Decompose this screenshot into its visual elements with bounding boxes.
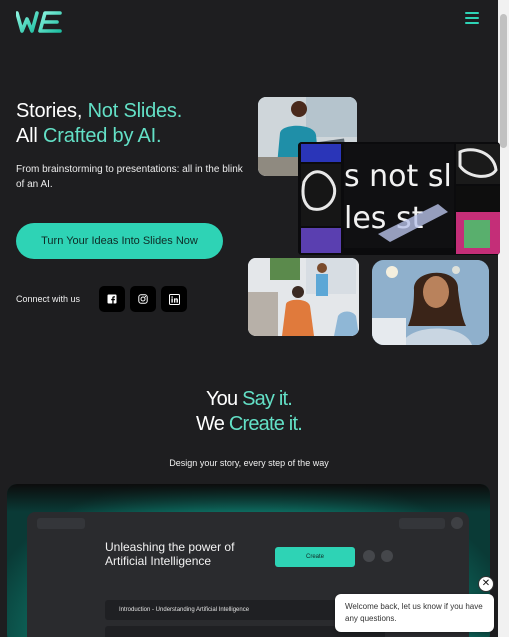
- facebook-link[interactable]: [99, 286, 125, 312]
- demo-tab: [37, 518, 85, 529]
- hero-image-team-meeting: [248, 258, 359, 336]
- demo-create-button[interactable]: Create: [275, 547, 355, 567]
- hamburger-menu-button[interactable]: [465, 12, 479, 24]
- hero-subtitle: From brainstorming to presentations: all…: [16, 164, 243, 190]
- scrollbar-thumb[interactable]: [500, 14, 507, 148]
- cta-button[interactable]: Turn Your Ideas Into Slides Now: [16, 223, 223, 259]
- demo-title: Unleashing the power of Artificial Intel…: [105, 540, 235, 568]
- we-logo[interactable]: [16, 10, 64, 34]
- chat-close-button[interactable]: ✕: [478, 576, 494, 592]
- section-subtitle: Design your story, every step of the way: [169, 458, 329, 468]
- demo-option-circle: [363, 550, 375, 562]
- hamburger-icon: [465, 12, 479, 14]
- svg-text:s not sl: s not sl: [344, 159, 452, 194]
- instagram-icon: [138, 294, 148, 304]
- hero-image-smiling-woman: [372, 260, 489, 345]
- connect-label: Connect with us: [16, 294, 81, 304]
- section-title-line2: We Create it.: [196, 413, 303, 435]
- linkedin-link[interactable]: [161, 286, 187, 312]
- facebook-icon: [107, 294, 117, 304]
- demo-option-circle: [381, 550, 393, 562]
- linkedin-icon: [168, 293, 180, 305]
- demo-tab: [399, 518, 445, 529]
- hero-title: Stories, Not Slides. All Crafted by AI.: [16, 100, 183, 147]
- chat-bubble[interactable]: Welcome back, let us know if you have an…: [335, 594, 494, 632]
- section-title-line1: You Say it.: [205, 388, 293, 410]
- page-scrollbar[interactable]: [498, 0, 509, 637]
- demo-avatar: [451, 517, 463, 529]
- hero-image-not-slides-collage: s not sl les st: [298, 142, 500, 255]
- instagram-link[interactable]: [130, 286, 156, 312]
